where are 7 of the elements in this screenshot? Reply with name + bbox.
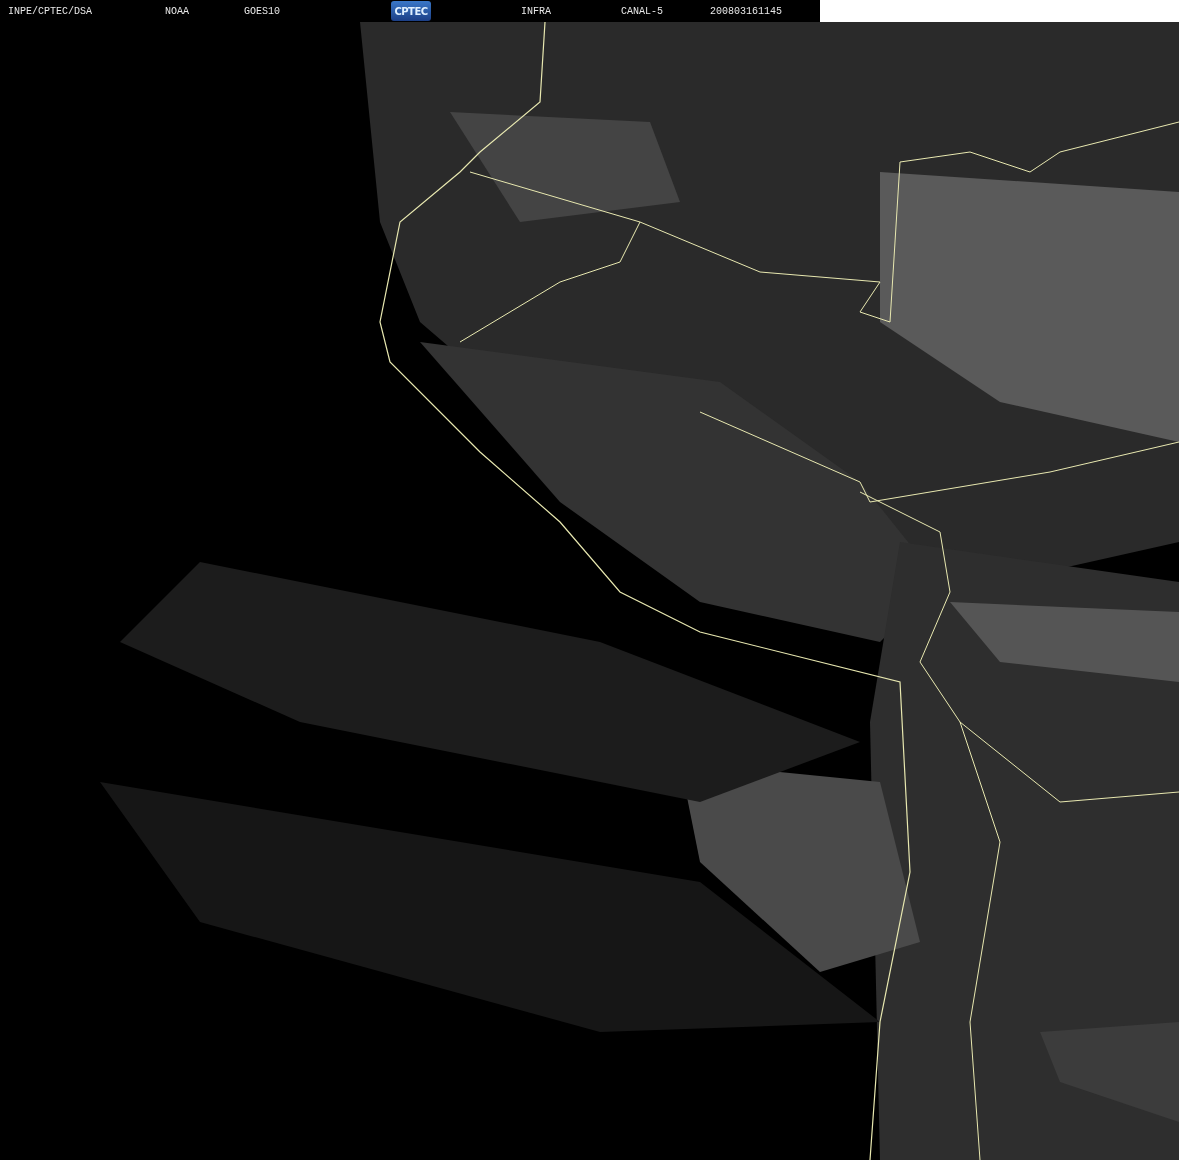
header-label: 200803161145 <box>710 5 783 17</box>
header-label: INPE/CPTEC/DSA <box>8 5 93 17</box>
header-label: CANAL-5 <box>621 5 664 17</box>
header-label: GOES10 <box>244 5 281 17</box>
header-label: NOAA <box>165 5 190 17</box>
logo: CPTEC <box>391 1 431 21</box>
header-label: INFRA <box>521 5 552 17</box>
